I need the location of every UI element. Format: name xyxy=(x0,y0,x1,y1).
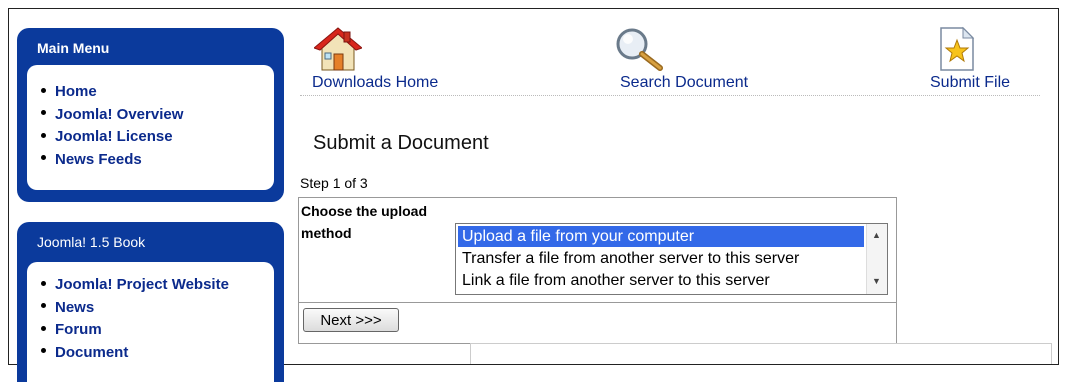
bullet-icon xyxy=(41,280,46,286)
book-menu-link-project-website[interactable]: Joomla! Project Website xyxy=(55,276,229,293)
upload-method-option-transfer[interactable]: Transfer a file from another server to t… xyxy=(458,248,864,269)
bullet-icon xyxy=(41,87,46,93)
downloads-nav: Downloads Home Search Document Submit Fi… xyxy=(300,20,1040,96)
page-title: Submit a Document xyxy=(313,132,489,154)
main-menu-item: Joomla! License xyxy=(41,126,183,149)
nav-search-document-label: Search Document xyxy=(620,74,749,91)
book-menu-item: Joomla! Project Website xyxy=(41,274,229,297)
book-menu-link-forum[interactable]: Forum xyxy=(55,321,102,338)
main-menu-link-home[interactable]: Home xyxy=(55,83,97,100)
main-menu-item: Joomla! Overview xyxy=(41,104,183,127)
lower-panel xyxy=(470,343,1052,364)
book-menu-link-news[interactable]: News xyxy=(55,299,94,316)
book-menu-item: Forum xyxy=(41,319,229,342)
scroll-down-arrow-icon[interactable]: ▼ xyxy=(872,276,881,286)
step-indicator: Step 1 of 3 xyxy=(300,175,368,191)
house-icon xyxy=(314,27,362,71)
nav-downloads-home-label: Downloads Home xyxy=(312,74,439,91)
scroll-up-arrow-icon[interactable]: ▲ xyxy=(872,230,881,240)
magnifier-icon xyxy=(616,28,663,71)
main-menu-link-news-feeds[interactable]: News Feeds xyxy=(55,151,142,168)
next-button[interactable]: Next >>> xyxy=(303,308,399,332)
book-menu-link-document[interactable]: Document xyxy=(55,344,128,361)
bullet-icon xyxy=(41,110,46,116)
main-menu-item: Home xyxy=(41,81,183,104)
upload-method-option-link[interactable]: Link a file from another server to this … xyxy=(458,270,864,291)
main-menu-module: Main Menu Home Joomla! Overview Joomla! … xyxy=(17,28,284,202)
bullet-icon xyxy=(41,325,46,331)
main-menu-title: Main Menu xyxy=(37,40,110,56)
main-menu-list: Home Joomla! Overview Joomla! License Ne… xyxy=(41,81,183,171)
nav-submit-file-label: Submit File xyxy=(930,74,1011,91)
book-menu-body: Joomla! Project Website News Forum Docum… xyxy=(27,262,274,392)
upload-method-select[interactable]: Upload a file from your computer Transfe… xyxy=(455,223,888,295)
upload-method-label: Choose the upload method xyxy=(301,203,427,241)
book-menu-list: Joomla! Project Website News Forum Docum… xyxy=(41,274,229,364)
listbox-scrollbar[interactable]: ▲ ▼ xyxy=(866,224,887,294)
book-menu-module: Joomla! 1.5 Book Joomla! Project Website… xyxy=(17,222,284,392)
main-menu-link-overview[interactable]: Joomla! Overview xyxy=(55,106,183,123)
upload-form: Choose the upload method Upload a file f… xyxy=(298,197,897,344)
bullet-icon xyxy=(41,348,46,354)
bullet-icon xyxy=(41,132,46,138)
book-menu-title: Joomla! 1.5 Book xyxy=(37,234,146,250)
book-menu-item: Document xyxy=(41,342,229,365)
bullet-icon xyxy=(41,155,46,161)
main-menu-link-license[interactable]: Joomla! License xyxy=(55,128,173,145)
bullet-icon xyxy=(41,303,46,309)
book-menu-item: News xyxy=(41,297,229,320)
star-document-icon xyxy=(940,26,975,71)
main-menu-body: Home Joomla! Overview Joomla! License Ne… xyxy=(27,65,274,190)
upload-method-option-upload[interactable]: Upload a file from your computer xyxy=(458,226,864,247)
form-divider xyxy=(299,302,896,303)
main-menu-item: News Feeds xyxy=(41,149,183,172)
